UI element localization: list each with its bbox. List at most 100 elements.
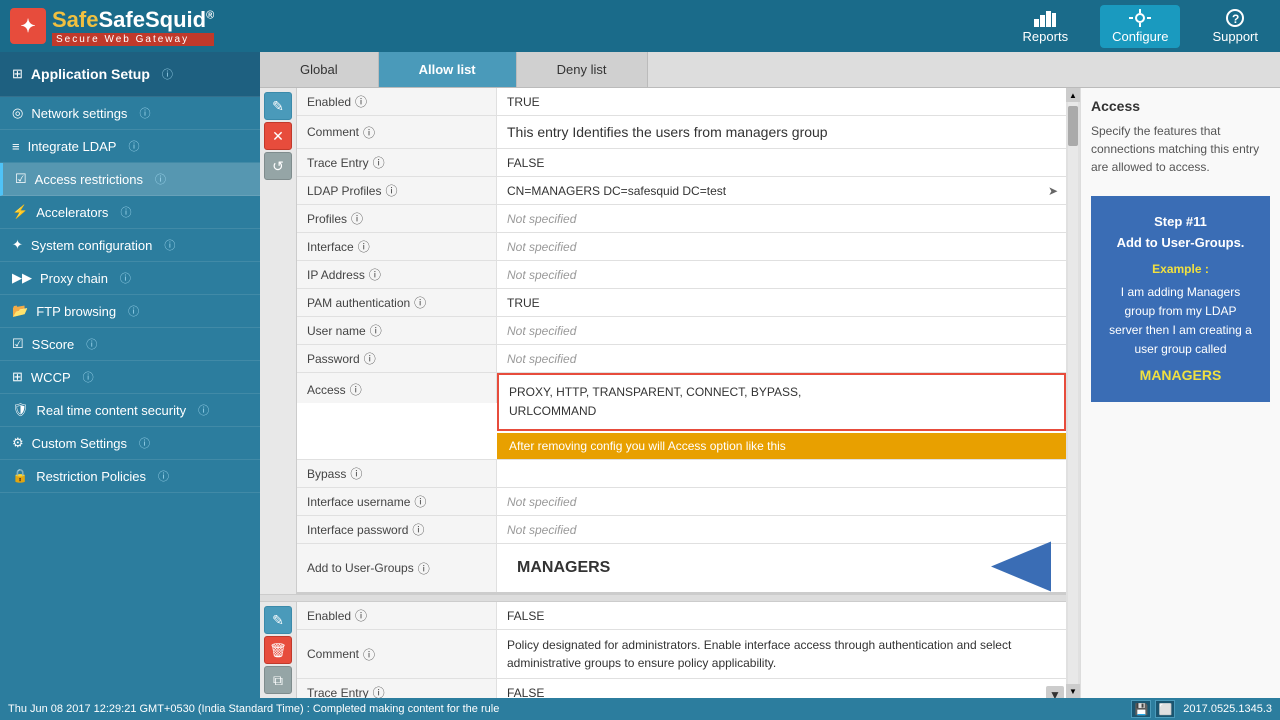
row-interface-1: Interface ⓘ Not specified xyxy=(297,233,1066,261)
value-trace-2: FALSE ▼ xyxy=(497,679,1066,698)
checkbox2-icon: ☑ xyxy=(12,336,24,352)
brand-name: SafeSafeSquid® xyxy=(52,7,214,33)
delete-btn-2[interactable]: 🗑 xyxy=(264,636,292,664)
sidebar-item-sscore[interactable]: ☑ SScore ⓘ xyxy=(0,328,260,361)
value-enabled-1: TRUE xyxy=(497,88,1066,115)
info-icon-13: ⓘ xyxy=(158,468,169,484)
label-ip-1: IP Address ⓘ xyxy=(297,261,497,288)
value-trace-1: FALSE xyxy=(497,149,1066,176)
entry-1-table: Enabled ⓘ TRUE Comment ⓘ xyxy=(297,88,1066,594)
edit-btn-1[interactable]: ✎ xyxy=(264,92,292,120)
info-icon-7: ⓘ xyxy=(120,270,131,286)
list-icon: ≡ xyxy=(12,139,20,154)
access-value-container: PROXY, HTTP, TRANSPARENT, CONNECT, BYPAS… xyxy=(497,373,1066,459)
nav-reports[interactable]: Reports xyxy=(1011,5,1081,48)
value-username-1: Not specified xyxy=(497,317,1066,344)
shield-icon: 🛡 xyxy=(12,402,29,418)
tab-allow-list[interactable]: Allow list xyxy=(379,52,517,87)
sidebar-item-accelerators[interactable]: ⚡ Accelerators ⓘ xyxy=(0,196,260,229)
label-profiles-1: Profiles ⓘ xyxy=(297,205,497,232)
tooltip-body: I am adding Managers group from my LDAP … xyxy=(1107,283,1254,360)
value-ip-1: Not specified xyxy=(497,261,1066,288)
delete-btn-1[interactable]: ✕ xyxy=(264,122,292,150)
value-usergroups-1: MANAGERS xyxy=(497,544,1066,592)
grid2-icon: ⊞ xyxy=(12,369,23,385)
edit-btn-2[interactable]: ✎ xyxy=(264,606,292,634)
row-ldap-1: LDAP Profiles ⓘ CN=MANAGERS DC=safesquid… xyxy=(297,177,1066,205)
row-ip-1: IP Address ⓘ Not specified xyxy=(297,261,1066,289)
row-username-1: User name ⓘ Not specified xyxy=(297,317,1066,345)
save-btn[interactable]: 💾 xyxy=(1131,700,1151,718)
row-ifusername-1: Interface username ⓘ Not specified xyxy=(297,488,1066,516)
row-trace-1: Trace Entry ⓘ FALSE xyxy=(297,149,1066,177)
sidebar-item-custom[interactable]: ⚙ Custom Settings ⓘ xyxy=(0,427,260,460)
sidebar-item-access[interactable]: ☑ Access restrictions ⓘ xyxy=(0,163,260,196)
label-password-1: Password ⓘ xyxy=(297,345,497,372)
tooltip-container: Step #11 Add to User-Groups. Example : I… xyxy=(1091,196,1270,402)
sidebar-item-ldap[interactable]: ≡ Integrate LDAP ⓘ xyxy=(0,130,260,163)
row-ifpassword-1: Interface password ⓘ Not specified xyxy=(297,516,1066,544)
sidebar: ⊞ Application Setup ⓘ ◎ Network settings… xyxy=(0,52,260,698)
row-password-1: Password ⓘ Not specified xyxy=(297,345,1066,373)
value-interface-1: Not specified xyxy=(497,233,1066,260)
sidebar-item-ftp[interactable]: 📂 FTP browsing ⓘ xyxy=(0,295,260,328)
sidebar-item-proxy[interactable]: ▶▶ Proxy chain ⓘ xyxy=(0,262,260,295)
row-comment-2: Comment ⓘ Policy designated for administ… xyxy=(297,630,1066,679)
row-pam-1: PAM authentication ⓘ TRUE xyxy=(297,289,1066,317)
right-panel-title: Access xyxy=(1091,98,1270,114)
arrow-icon: ▶▶ xyxy=(12,270,32,286)
label-trace-1: Trace Entry ⓘ xyxy=(297,149,497,176)
row-enabled-2: Enabled ⓘ FALSE xyxy=(297,602,1066,630)
sidebar-item-network[interactable]: ◎ Network settings ⓘ xyxy=(0,97,260,130)
tab-bar: Global Allow list Deny list xyxy=(260,52,1280,88)
statusbar: Thu Jun 08 2017 12:29:21 GMT+0530 (India… xyxy=(0,698,1280,720)
tools-icon: ✦ xyxy=(12,237,23,253)
nav-support[interactable]: ? Support xyxy=(1200,5,1270,48)
version: 2017.0525.1345.3 xyxy=(1183,703,1272,715)
row-trace-2: Trace Entry ⓘ FALSE ▼ xyxy=(297,679,1066,698)
inner-content: ✎ ✕ ↺ Enabled ⓘ TRUE xyxy=(260,88,1280,698)
value-pam-1: TRUE xyxy=(497,289,1066,316)
right-panel-description: Specify the features that connections ma… xyxy=(1091,122,1270,176)
maximize-btn[interactable]: ⬜ xyxy=(1155,700,1175,718)
brand-subtitle: Secure Web Gateway xyxy=(52,33,214,46)
scrollbar[interactable]: ▲ ▼ xyxy=(1066,88,1080,698)
label-access-1: Access ⓘ xyxy=(297,373,497,403)
reset-btn-1[interactable]: ↺ xyxy=(264,152,292,180)
value-enabled-2: FALSE xyxy=(497,602,1066,629)
tab-deny-list[interactable]: Deny list xyxy=(517,52,648,87)
value-ldap-1: CN=MANAGERS DC=safesquid DC=test ➤ xyxy=(497,177,1066,204)
nav-configure[interactable]: Configure xyxy=(1100,5,1180,48)
sidebar-item-app-setup[interactable]: ⊞ Application Setup ⓘ xyxy=(0,52,260,97)
sidebar-item-sysconfig[interactable]: ✦ System configuration ⓘ xyxy=(0,229,260,262)
row-access-1: Access ⓘ PROXY, HTTP, TRANSPARENT, CONNE… xyxy=(297,373,1066,460)
value-comment-1: This entry Identifies the users from man… xyxy=(497,116,1066,148)
copy-btn-2[interactable]: ⧉ xyxy=(264,666,292,694)
arrow-svg xyxy=(991,542,1066,592)
trace-dropdown-btn[interactable]: ▼ xyxy=(1046,686,1064,698)
entry-2-actions: ✎ 🗑 ⧉ xyxy=(260,602,297,698)
scroll-thumb[interactable] xyxy=(1068,106,1078,146)
sidebar-item-realtime[interactable]: 🛡 Real time content security ⓘ xyxy=(0,394,260,427)
sidebar-item-wccp[interactable]: ⊞ WCCP ⓘ xyxy=(0,361,260,394)
row-enabled-1: Enabled ⓘ TRUE xyxy=(297,88,1066,116)
info-icon-4: ⓘ xyxy=(155,171,166,187)
label-ldap-1: LDAP Profiles ⓘ xyxy=(297,177,497,204)
value-ifpassword-1: Not specified xyxy=(497,516,1066,543)
label-username-1: User name ⓘ xyxy=(297,317,497,344)
tab-global[interactable]: Global xyxy=(260,52,379,87)
value-bypass-1 xyxy=(497,460,1066,487)
label-enabled-2: Enabled ⓘ xyxy=(297,602,497,629)
value-access-1: PROXY, HTTP, TRANSPARENT, CONNECT, BYPAS… xyxy=(497,373,1066,431)
row-profiles-1: Profiles ⓘ Not specified xyxy=(297,205,1066,233)
info-icon-2: ⓘ xyxy=(139,105,150,121)
info-icon-6: ⓘ xyxy=(164,237,175,253)
main-layout: ⊞ Application Setup ⓘ ◎ Network settings… xyxy=(0,52,1280,698)
scroll-down[interactable]: ▼ xyxy=(1066,684,1080,698)
send-icon-1: ➤ xyxy=(1048,184,1058,198)
status-message: Thu Jun 08 2017 12:29:21 GMT+0530 (India… xyxy=(8,703,499,715)
sidebar-item-restriction[interactable]: 🔒 Restriction Policies ⓘ xyxy=(0,460,260,493)
scroll-up[interactable]: ▲ xyxy=(1066,88,1080,102)
label-usergroups-1: Add to User-Groups ⓘ xyxy=(297,544,497,592)
label-ifpassword-1: Interface password ⓘ xyxy=(297,516,497,543)
